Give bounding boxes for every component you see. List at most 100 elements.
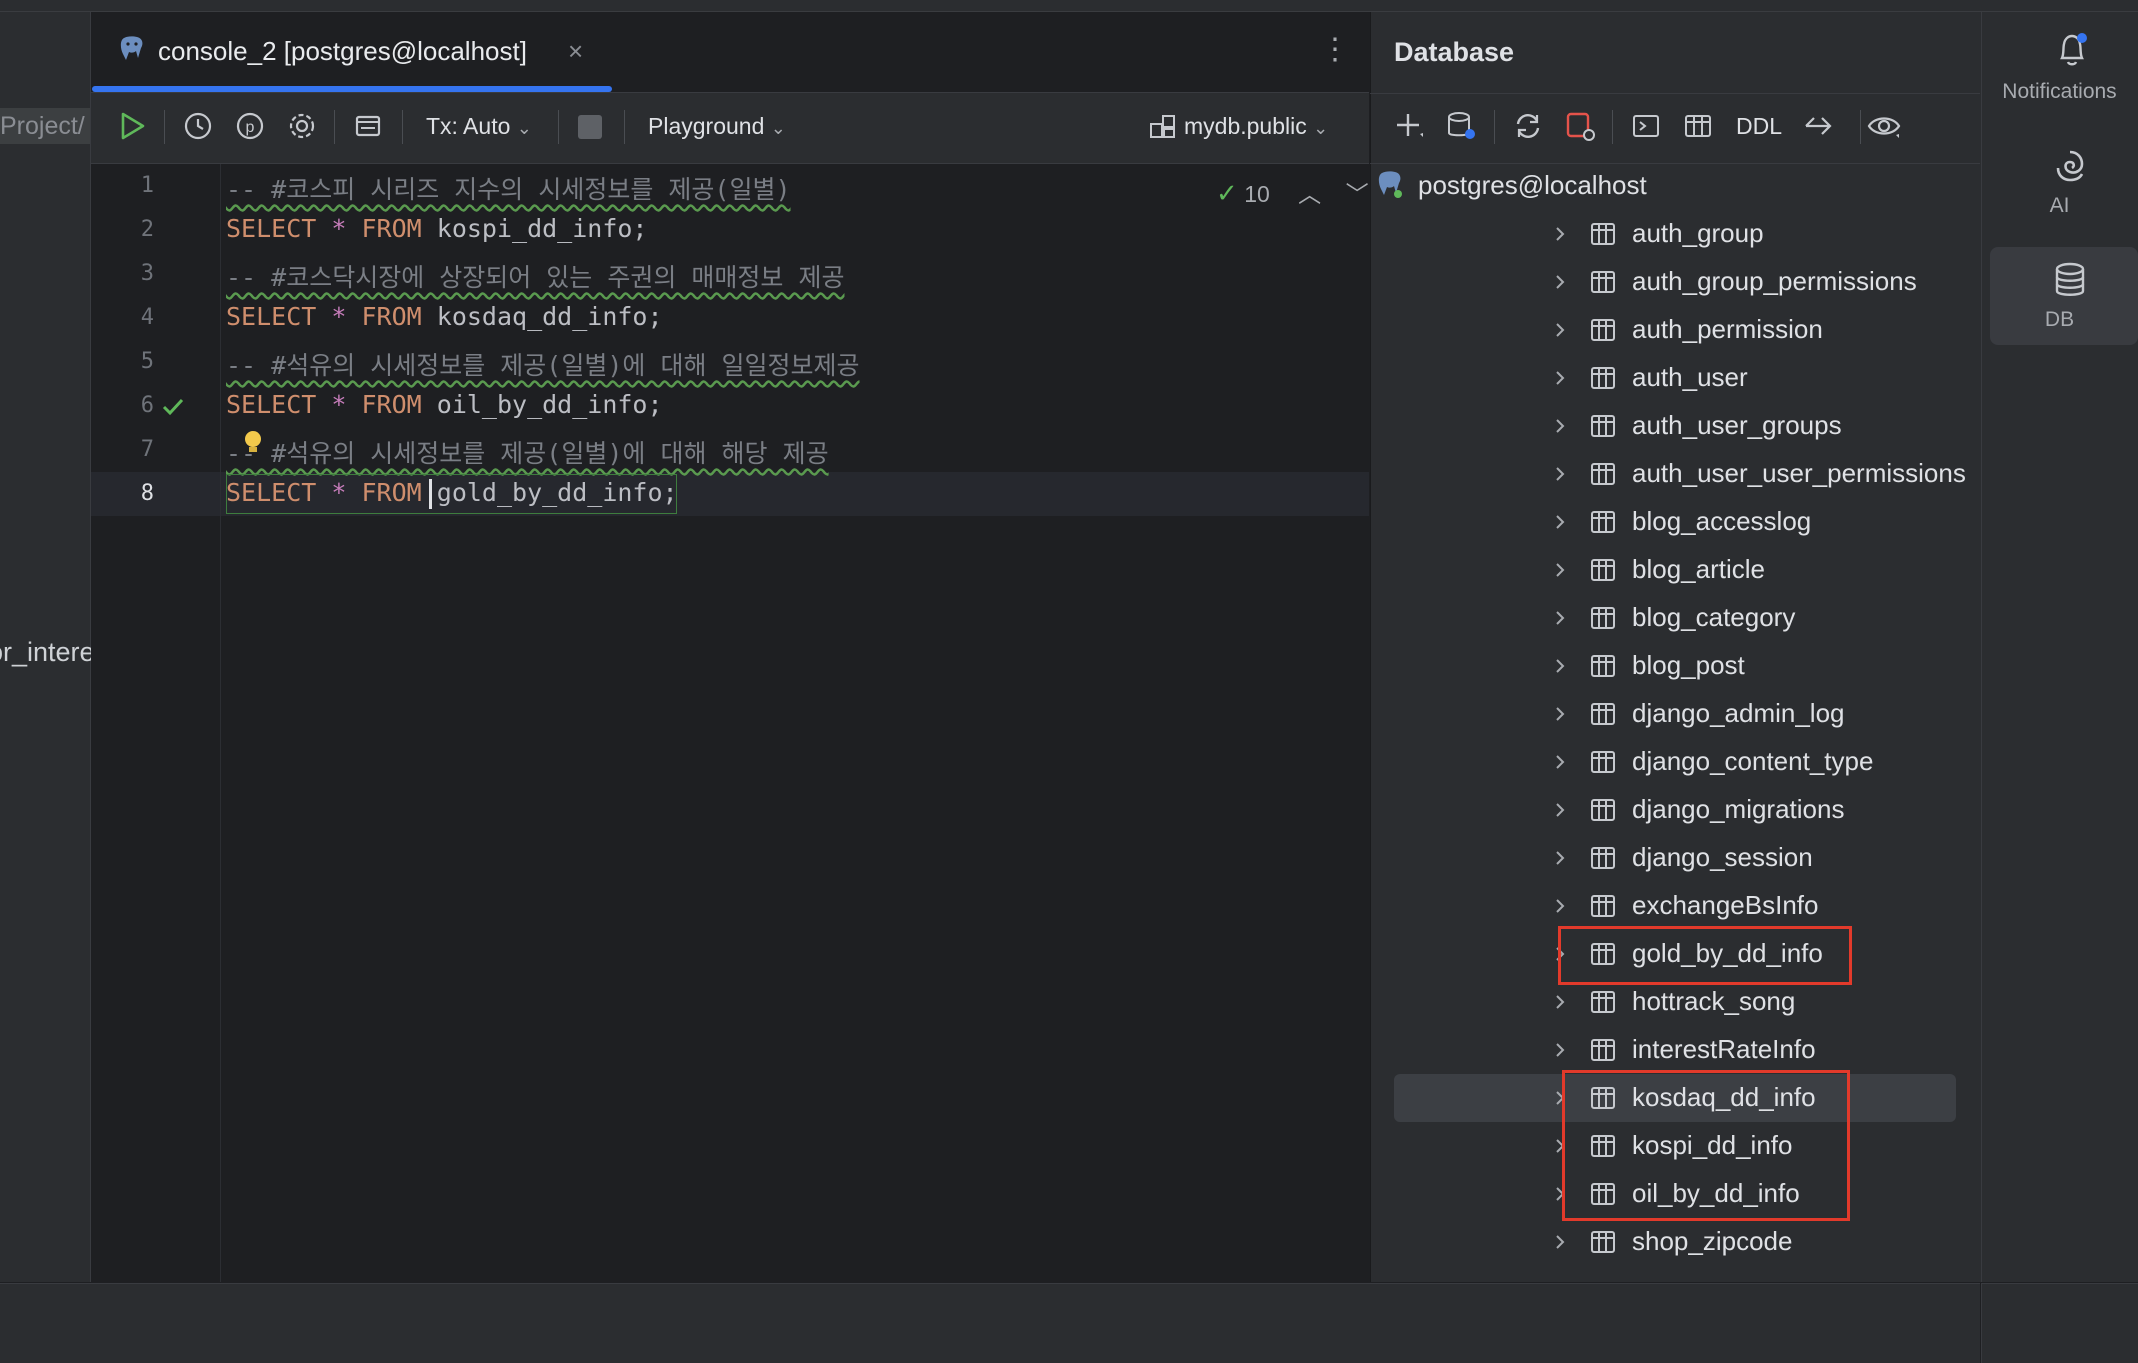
chevron-right-icon[interactable] [1553,707,1567,721]
chevron-down-icon: ⌄ [1313,118,1329,138]
sql-keyword: SELECT [226,390,317,419]
more-options-icon[interactable]: ⋮ [1320,32,1350,67]
chevron-right-icon[interactable] [1553,323,1567,337]
inspection-widget[interactable]: ✓ 10 ︿ ﹀ [1216,175,1369,209]
code-line-comment: -- #석유의 시세정보를 제공(일별)에 대해 해당 제공 [226,434,829,470]
ai-assistant-icon[interactable] [2050,146,2090,186]
line-number: 2 [140,217,154,242]
table-name: blog_accesslog [1632,506,1812,536]
toolbar-separator [334,110,335,144]
line-number: 7 [140,437,154,462]
sql-table-ref: gold_by_dd_info; [421,478,678,507]
chevron-down-icon: ⌄ [770,118,786,138]
table-icon [1591,655,1615,677]
pin-parameter-icon[interactable]: p [232,108,268,144]
notifications-label[interactable]: Notifications [1981,80,2138,104]
tab-close-icon[interactable]: × [568,36,583,67]
add-icon[interactable] [1392,108,1428,144]
table-name: blog_category [1632,602,1796,632]
table-icon [1591,895,1615,917]
table-name: django_migrations [1632,794,1845,824]
refresh-icon[interactable] [1510,108,1546,144]
chevron-right-icon[interactable] [1553,275,1567,289]
chevron-right-icon[interactable] [1553,995,1567,1009]
chevron-right-icon[interactable] [1553,611,1567,625]
code-line-sql[interactable]: SELECT * FROM gold_by_dd_info; [226,478,678,507]
settings-gear-icon[interactable] [284,108,320,144]
chevron-right-icon[interactable] [1553,371,1567,385]
jump-to-source-icon[interactable] [1800,108,1836,144]
disconnect-icon[interactable] [1562,108,1598,144]
project-label: Project/ [0,112,85,140]
transaction-mode-dropdown[interactable]: Tx: Auto ⌄ [426,113,532,140]
stop-icon[interactable] [578,115,602,139]
console-icon[interactable] [1628,108,1664,144]
table-name: interestRateInfo [1632,1034,1816,1064]
toolbar-separator [558,110,559,144]
table-icon [1591,319,1615,341]
chevron-right-icon[interactable] [1553,563,1567,577]
database-icon[interactable] [2050,260,2090,300]
chevron-right-icon[interactable] [1553,515,1567,529]
data-source-properties-icon[interactable] [1444,108,1480,144]
chevron-down-icon[interactable]: ﹀ [1346,181,1369,207]
chevron-right-icon[interactable] [1553,227,1567,241]
status-bar [0,1283,1980,1363]
toolbar-separator [1612,110,1613,144]
ddl-button[interactable]: DDL [1736,113,1782,140]
chevron-right-icon[interactable] [1553,755,1567,769]
table-name: shop_zipcode [1632,1226,1793,1256]
line-number: 4 [140,305,154,330]
sql-star: * [331,478,347,507]
table-name: auth_user_groups [1632,410,1842,440]
chevron-right-icon[interactable] [1553,899,1567,913]
chevron-right-icon[interactable] [1553,1043,1567,1057]
comment-text: -- #석유의 시세정보를 제공(일별)에 대해 해당 제공 [226,439,829,468]
run-icon[interactable] [114,108,150,144]
check-icon: ✓ [1216,178,1238,208]
eye-icon[interactable] [1866,108,1902,144]
table-icon [1591,367,1615,389]
line-number: 1 [140,173,154,198]
code-line-sql: SELECT * FROM kosdaq_dd_info; [226,302,663,331]
project-tree-item-truncated[interactable]: or_intere [0,637,95,668]
sql-keyword: SELECT [226,302,317,331]
line-number: 5 [140,349,154,374]
table-icon [1591,799,1615,821]
chevron-right-icon[interactable] [1553,467,1567,481]
db-label[interactable]: DB [1981,308,2138,332]
table-name: django_content_type [1632,746,1874,776]
table-name: django_session [1632,842,1813,872]
ai-label[interactable]: AI [1981,194,2138,218]
schema-selector-dropdown[interactable]: mydb.public ⌄ [1184,113,1328,140]
chevron-up-icon[interactable]: ︿ [1298,181,1321,207]
notifications-bell-icon[interactable] [2052,28,2092,72]
postgres-icon [1378,171,1402,198]
history-icon[interactable] [180,108,216,144]
chevron-right-icon[interactable] [1553,851,1567,865]
playground-dropdown[interactable]: Playground ⌄ [648,113,786,140]
chevron-right-icon[interactable] [1553,803,1567,817]
sql-star: * [331,214,347,243]
gutter-divider [220,164,221,1282]
table-icon [1591,511,1615,533]
table-name: auth_user [1632,362,1748,392]
line-number: 3 [140,261,154,286]
toolbar-separator [402,110,403,144]
comment-text: -- #코스닥시장에 상장되어 있는 주권의 매매정보 제공 [226,263,845,292]
project-tool-label[interactable]: Project/ [0,108,90,144]
output-layout-icon[interactable] [350,108,386,144]
code-line-comment: -- #코스닥시장에 상장되어 있는 주권의 매매정보 제공 [226,258,844,294]
playground-label: Playground [648,113,765,139]
chevron-right-icon[interactable] [1553,659,1567,673]
chevron-right-icon[interactable] [1553,419,1567,433]
table-view-icon[interactable] [1680,108,1716,144]
code-line-comment: -- #코스피 시리즈 지수의 시세정보를 제공(일별) [226,170,791,206]
chevron-right-icon[interactable] [1553,1235,1567,1249]
postgres-icon [120,36,143,60]
schema-label: mydb.public [1184,113,1307,139]
executed-check-icon [162,398,184,416]
